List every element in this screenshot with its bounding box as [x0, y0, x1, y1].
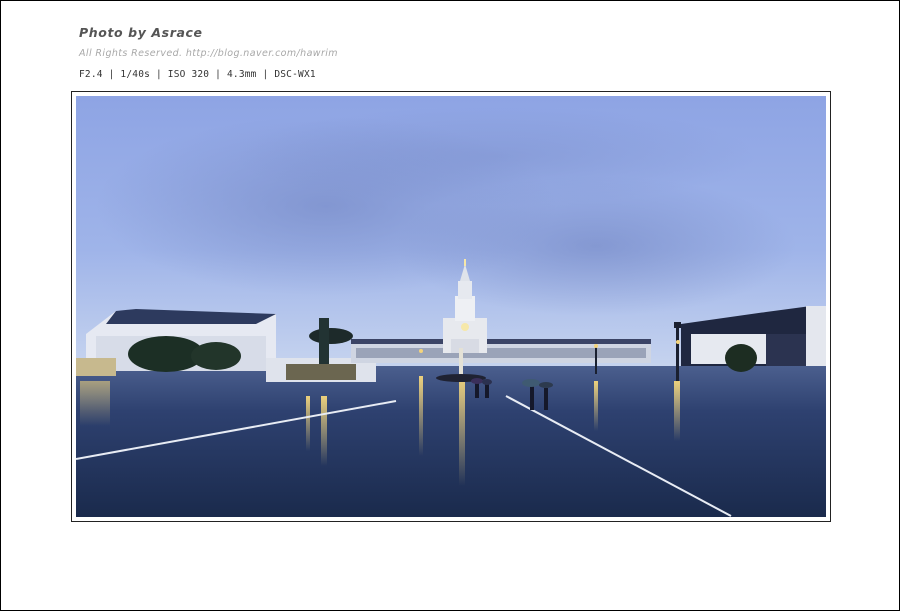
photo-credit-title: Photo by Asrace	[79, 25, 203, 40]
page-frame: Photo by Asrace All Rights Reserved. htt…	[0, 0, 900, 611]
exif-info: F2.4 | 1/40s | ISO 320 | 4.3mm | DSC-WX1	[79, 69, 316, 80]
wet-plaza	[76, 366, 826, 517]
cloud	[236, 106, 756, 206]
copyright-notice: All Rights Reserved. http://blog.naver.c…	[79, 48, 338, 59]
photo	[76, 96, 826, 517]
colonnade	[351, 339, 651, 363]
